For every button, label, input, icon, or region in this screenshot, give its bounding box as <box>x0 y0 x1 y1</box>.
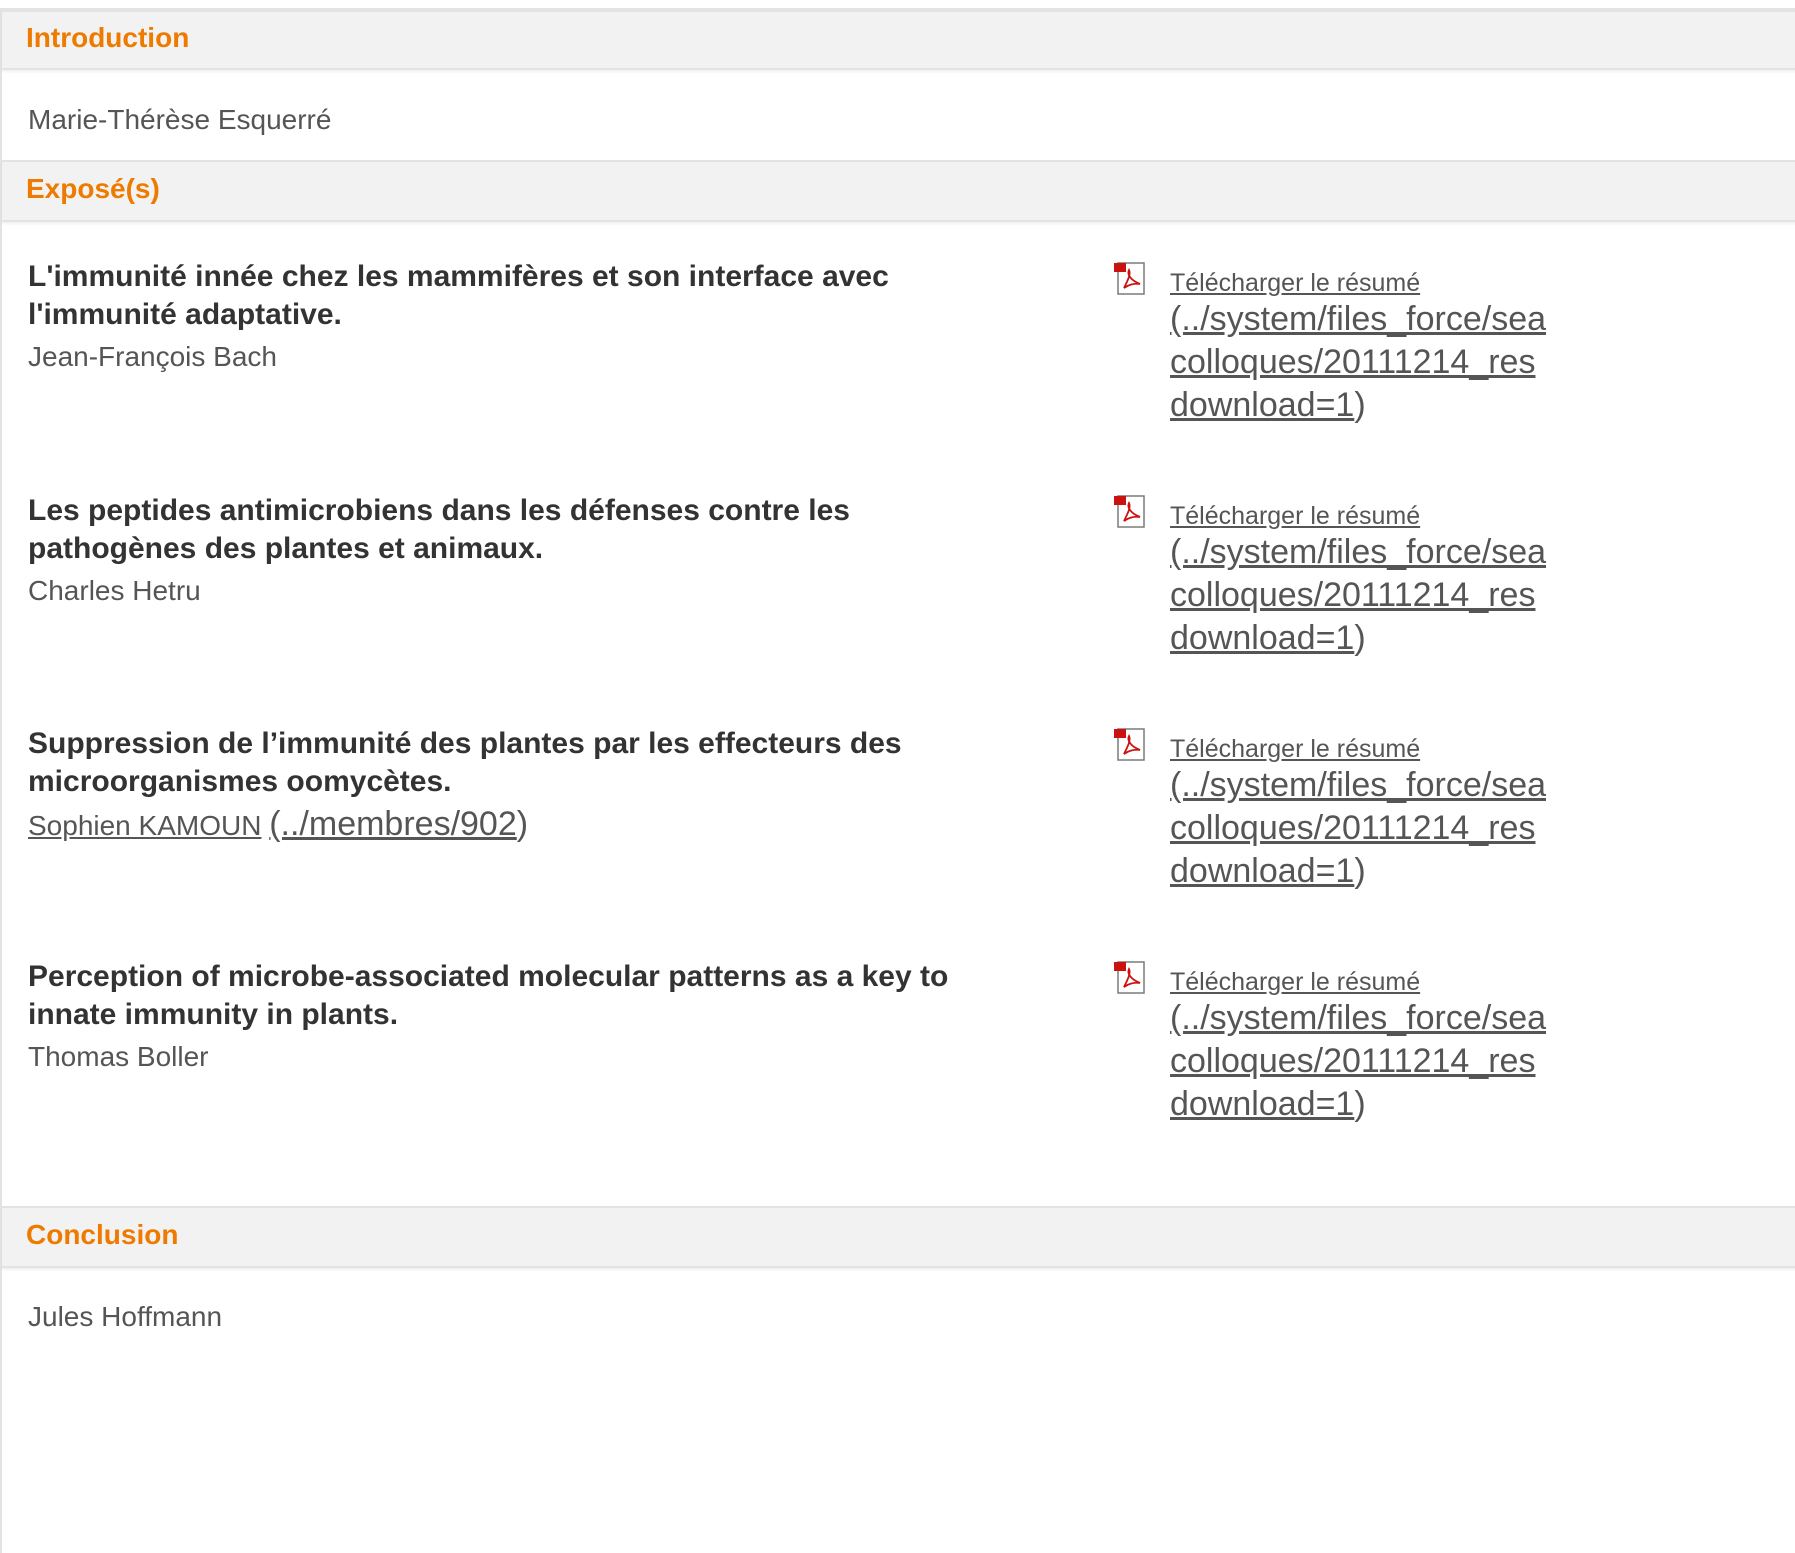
download-path[interactable]: download=1) <box>1170 384 1546 427</box>
download-path[interactable]: (../system/files_force/sea <box>1170 764 1546 807</box>
conclusion-speaker: Jules Hoffmann <box>28 1301 223 1332</box>
author-link[interactable]: Sophien KAMOUN <box>28 810 261 841</box>
download-label[interactable]: Télécharger le résumé <box>1170 734 1546 764</box>
expose-author: Sophien KAMOUN (../membres/902) <box>28 805 529 843</box>
download-path[interactable]: download=1) <box>1170 617 1546 660</box>
expose-author: Jean-François Bach <box>28 341 278 372</box>
expose-title: Suppression de l’immunité des plantes pa… <box>28 727 902 798</box>
expose-item: Les peptides antimicrobiens dans les déf… <box>28 492 1068 608</box>
expose-item: Suppression de l’immunité des plantes pa… <box>28 725 1068 843</box>
download-path[interactable]: download=1) <box>1170 850 1546 893</box>
download-path[interactable]: colloques/20111214_res <box>1170 574 1546 617</box>
download-label[interactable]: Télécharger le résumé <box>1170 268 1546 298</box>
download-path[interactable]: download=1) <box>1170 1083 1546 1126</box>
expose-title: Perception of microbe-associated molecul… <box>28 960 949 1031</box>
program-panel: Introduction Marie-Thérèse Esquerré Expo… <box>0 8 1795 1553</box>
expose-author: Thomas Boller <box>28 1041 209 1072</box>
introduction-header: Introduction <box>2 10 1795 70</box>
expose-title: L'immunité innée chez les mammifères et … <box>28 260 889 331</box>
expose-author: Charles Hetru <box>28 575 201 606</box>
download-path[interactable]: (../system/files_force/sea <box>1170 997 1546 1040</box>
conclusion-title: Conclusion <box>26 1219 179 1250</box>
pdf-icon <box>1114 495 1145 528</box>
expose-item: Perception of microbe-associated molecul… <box>28 958 1068 1074</box>
pdf-icon <box>1114 728 1145 761</box>
download-label[interactable]: Télécharger le résumé <box>1170 967 1546 997</box>
download-path[interactable]: colloques/20111214_res <box>1170 807 1546 850</box>
pdf-icon <box>1114 961 1145 994</box>
download-label[interactable]: Télécharger le résumé <box>1170 501 1546 531</box>
exposes-header: Exposé(s) <box>2 160 1795 222</box>
download-path[interactable]: (../system/files_force/sea <box>1170 531 1546 574</box>
download-path[interactable]: colloques/20111214_res <box>1170 1040 1546 1083</box>
expose-title: Les peptides antimicrobiens dans les déf… <box>28 494 850 565</box>
introduction-speaker: Marie-Thérèse Esquerré <box>28 104 332 135</box>
expose-item: L'immunité innée chez les mammifères et … <box>28 258 1068 374</box>
introduction-title: Introduction <box>26 22 190 53</box>
pdf-icon <box>1114 262 1145 295</box>
exposes-title: Exposé(s) <box>26 173 160 204</box>
conclusion-header: Conclusion <box>2 1206 1795 1268</box>
download-path[interactable]: colloques/20111214_res <box>1170 341 1546 384</box>
author-url-link[interactable]: (../membres/902 <box>269 805 517 843</box>
download-path[interactable]: (../system/files_force/sea <box>1170 298 1546 341</box>
